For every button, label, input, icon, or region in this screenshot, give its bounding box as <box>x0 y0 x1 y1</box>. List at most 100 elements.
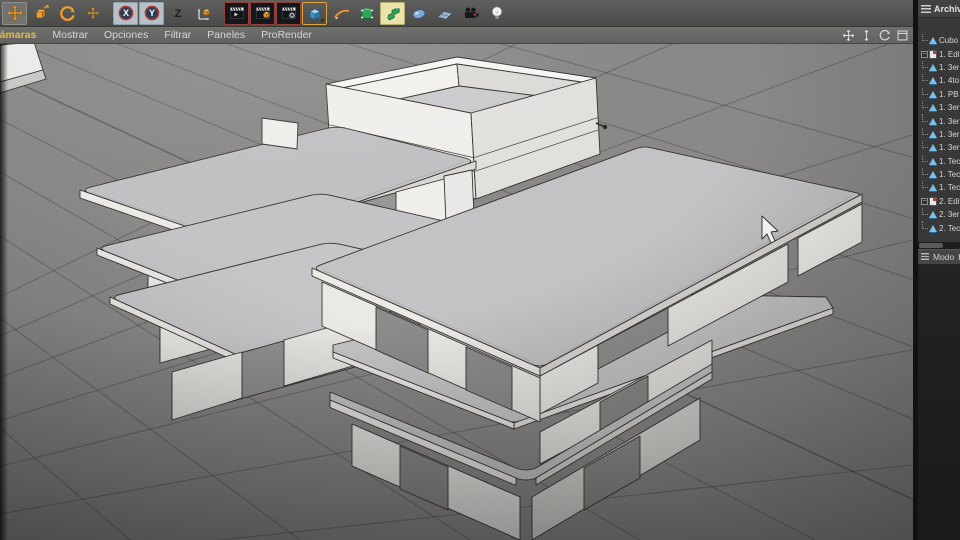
object-row[interactable]: 1. 4to <box>918 74 960 87</box>
render-picture-viewer-icon <box>254 4 272 22</box>
viewport-menu-item-mostrar[interactable]: Mostrar <box>44 29 96 41</box>
viewport-menu-item-cámaras[interactable]: Cámaras <box>0 29 44 41</box>
coordinate-system-icon <box>195 4 213 22</box>
attribute-manager-icon <box>921 253 929 261</box>
object-row[interactable]: 1. Techo <box>918 155 960 168</box>
polygon-object-icon <box>929 171 937 178</box>
object-row[interactable]: 1. 3er <box>918 61 960 74</box>
pen-spline-tool[interactable] <box>328 2 353 25</box>
expander-icon[interactable]: − <box>921 198 928 205</box>
object-row[interactable]: 2. Techo 2 <box>918 221 960 234</box>
scene-canvas[interactable] <box>0 44 913 540</box>
horizontal-scrollbar[interactable] <box>918 242 960 249</box>
object-label: 1. 4to <box>939 76 959 85</box>
floor-grid-button[interactable] <box>432 2 457 25</box>
add-cube-primitive-button[interactable] <box>302 2 327 25</box>
render-view-icon <box>228 4 246 22</box>
subdivision-icon <box>358 4 376 22</box>
null-object-icon <box>929 50 937 59</box>
object-row[interactable]: −2. Edificio <box>918 195 960 208</box>
viewport-menu-item-filtrar[interactable]: Filtrar <box>156 29 199 41</box>
object-label: 2. Techo 2 <box>939 224 960 233</box>
attribute-menu-modo[interactable]: Modo <box>933 252 954 262</box>
camera-button[interactable] <box>458 2 483 25</box>
scale-icon <box>32 4 50 22</box>
pen-icon <box>332 4 350 22</box>
rotate-tool[interactable] <box>54 2 79 25</box>
move-tool[interactable] <box>2 2 27 25</box>
rotate-view-icon[interactable] <box>877 28 891 42</box>
render-settings-icon <box>280 4 298 22</box>
axis-lock-z[interactable]: Z <box>165 2 190 25</box>
polygon-object-icon <box>929 77 937 84</box>
object-label: 1. Techo 2 <box>939 183 960 192</box>
deformer-button[interactable] <box>406 2 431 25</box>
axis-x-letter: X <box>122 8 128 18</box>
object-row[interactable]: 1. 3er pi <box>918 141 960 154</box>
object-manager-panel: Archivo Cubo − 1. Edificio 1. 3er 1. 4to 1. P… <box>918 0 960 540</box>
render-view-button[interactable] <box>224 2 249 25</box>
object-tree: Cubo − 1. Edificio 1. 3er 1. 4to 1. PB 1. 3er … <box>918 18 960 240</box>
edit-render-settings-button[interactable] <box>276 2 301 25</box>
toggle-view-icon[interactable] <box>895 28 909 42</box>
object-row[interactable]: 1. Techo 2 <box>918 181 960 194</box>
axis-z-letter: Z <box>174 8 181 20</box>
object-row[interactable]: 2. 3er piso <box>918 208 960 221</box>
axis-y-letter: Y <box>148 8 154 18</box>
object-label: 2. 3er piso <box>939 210 960 219</box>
polygon-object-icon <box>929 225 937 232</box>
axis-lock-x[interactable]: X <box>113 2 138 25</box>
object-label: 1. 3er pi <box>939 130 960 139</box>
last-used-tool[interactable] <box>80 2 105 25</box>
object-label: 1. PB <box>939 90 959 99</box>
object-label: 1. 3er <box>939 63 959 72</box>
object-row[interactable]: 1. 3er p <box>918 101 960 114</box>
pan-view-icon[interactable] <box>841 28 855 42</box>
object-row[interactable]: 1. 3er p <box>918 114 960 127</box>
object-row[interactable]: Cubo <box>918 34 960 47</box>
main-column: X Y Z <box>0 0 913 540</box>
modeling-tool-button[interactable] <box>380 2 405 25</box>
tree-branch-line <box>922 74 928 81</box>
tree-branch-line <box>922 155 928 162</box>
coordinate-system-toggle[interactable] <box>191 2 216 25</box>
tree-branch-line <box>922 168 928 175</box>
floor-grid-icon <box>436 4 454 22</box>
viewport-menu-item-prorender[interactable]: ProRender <box>253 29 320 41</box>
expander-icon[interactable]: − <box>921 51 928 58</box>
object-manager-header: Archivo <box>918 0 960 18</box>
lock-x-icon: X <box>117 4 135 22</box>
object-label: 1. 3er p <box>939 103 960 112</box>
object-manager-menu-label[interactable]: Archivo <box>934 4 960 14</box>
object-label: 1. Techo <box>939 170 960 179</box>
cube-primitive-icon <box>306 4 324 22</box>
axis-lock-y[interactable]: Y <box>139 2 164 25</box>
object-row[interactable]: 1. 3er pi <box>918 128 960 141</box>
polygon-object-icon <box>929 184 937 191</box>
object-label: 1. 3er p <box>939 117 960 126</box>
viewport-menu-item-paneles[interactable]: Paneles <box>199 29 253 41</box>
move-icon <box>6 4 24 22</box>
object-row[interactable]: − 1. Edificio <box>918 47 960 60</box>
object-row[interactable]: 1. Techo <box>918 168 960 181</box>
object-label: 1. Edificio <box>939 50 960 59</box>
viewport-3d[interactable] <box>0 44 913 540</box>
viewport-menu-item-opciones[interactable]: Opciones <box>96 29 156 41</box>
scale-tool[interactable] <box>28 2 53 25</box>
viewport-nav-controls <box>841 28 909 42</box>
tree-branch-line <box>922 208 928 215</box>
subdivision-surface-button[interactable] <box>354 2 379 25</box>
panel-menu-icon[interactable] <box>921 5 931 13</box>
render-to-picture-viewer-button[interactable] <box>250 2 275 25</box>
scrollbar-thumb[interactable] <box>919 243 943 248</box>
attribute-manager-body <box>918 265 960 540</box>
null-object-icon <box>929 197 937 206</box>
lock-y-icon: Y <box>143 4 161 22</box>
tree-branch-line <box>922 114 928 121</box>
light-button[interactable] <box>484 2 509 25</box>
viewport-menu: CámarasMostrarOpcionesFiltrarPanelesProR… <box>0 29 320 41</box>
zoom-view-icon[interactable] <box>859 28 873 42</box>
polygon-object-icon <box>929 118 937 125</box>
object-row[interactable]: 1. PB <box>918 88 960 101</box>
tree-branch-line <box>922 61 928 68</box>
